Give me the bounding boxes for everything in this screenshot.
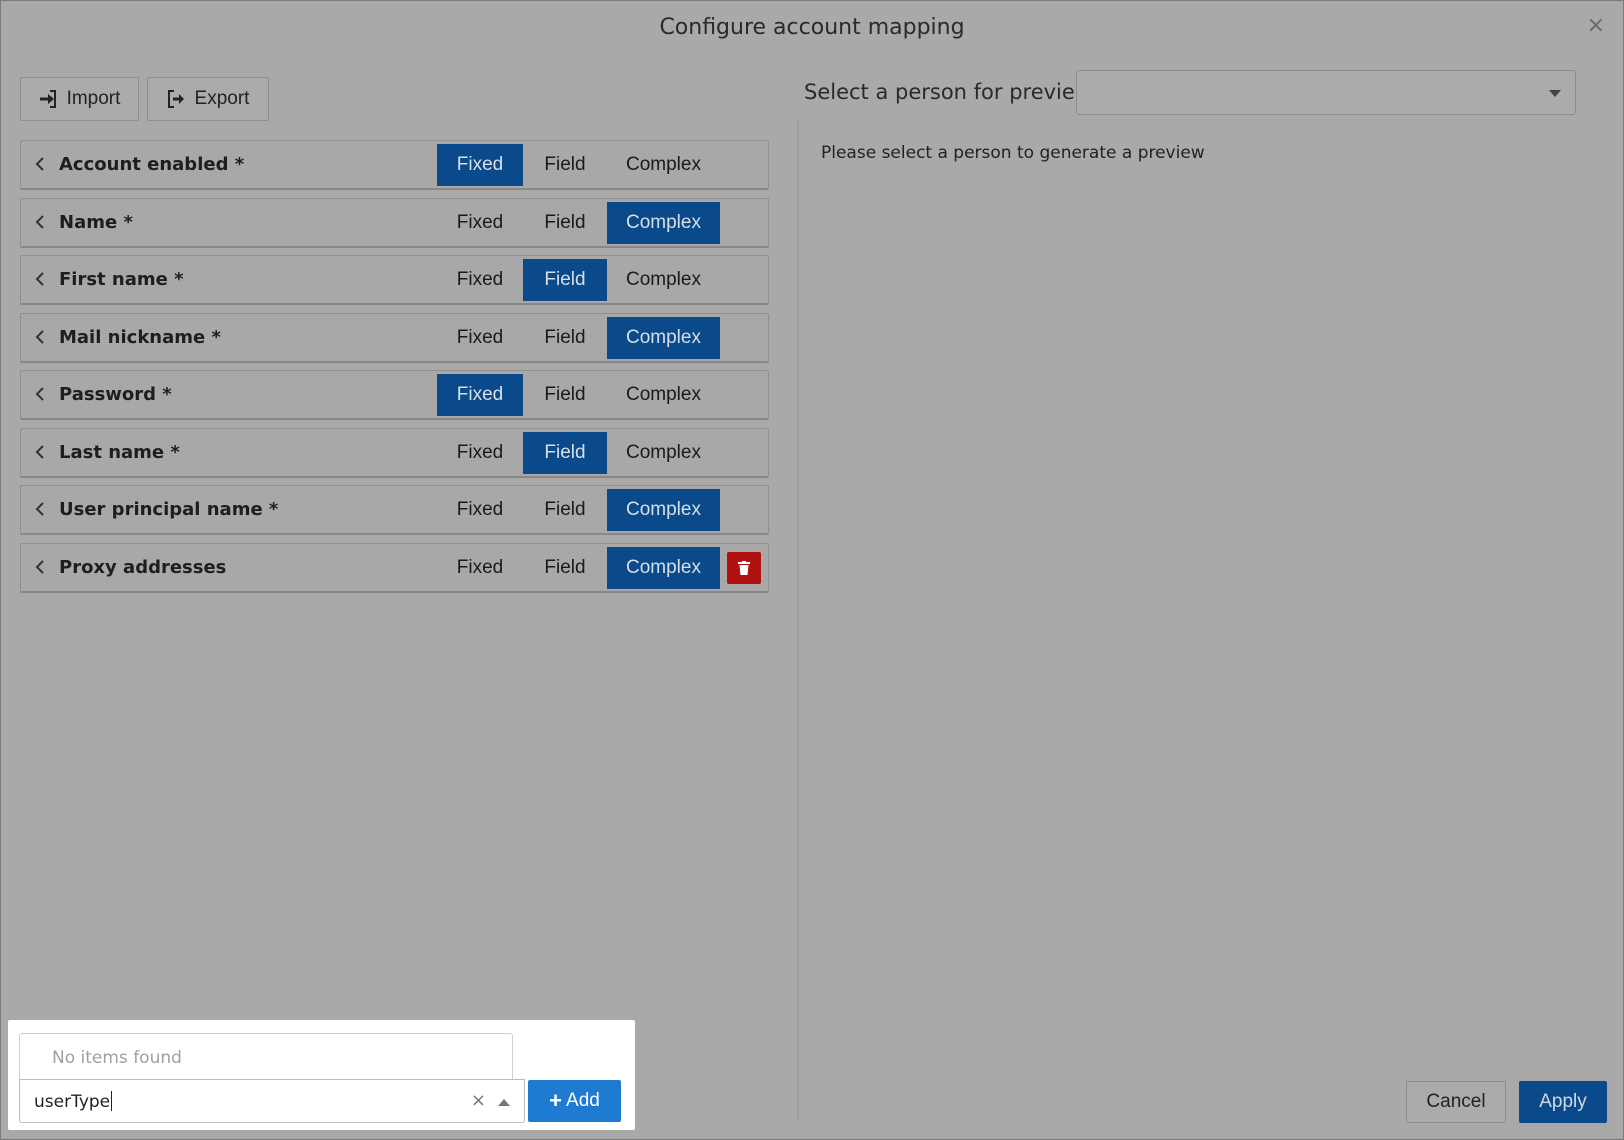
mapping-type-toggle: Fixed Field Complex [437,316,720,359]
option-fixed[interactable]: Fixed [437,374,523,416]
option-complex[interactable]: Complex [607,432,720,474]
option-fixed[interactable]: Fixed [437,144,523,186]
add-label: Add [566,1090,600,1111]
mapping-label: Account enabled * [59,154,245,175]
export-label: Export [194,88,250,109]
mapping-list: Account enabled * Fixed Field Complex Name *… [20,140,769,600]
chevron-left-icon[interactable] [33,212,47,232]
chevron-left-icon[interactable] [33,154,47,174]
close-icon[interactable]: × [1587,13,1605,38]
option-complex[interactable]: Complex [607,316,720,359]
option-complex[interactable]: Complex [607,374,720,416]
export-button[interactable]: Export [147,77,269,121]
sign-out-icon [167,90,184,108]
add-button[interactable]: + Add [528,1080,621,1122]
field-input[interactable]: userType [34,1091,112,1112]
cancel-button[interactable]: Cancel [1406,1081,1506,1123]
field-combobox[interactable]: userType × [19,1079,525,1123]
mapping-type-toggle: Fixed Field Complex [437,374,720,416]
mapping-row: Mail nickname * Fixed Field Complex [20,312,769,363]
option-field[interactable]: Field [523,144,607,186]
preview-person-select[interactable] [1076,70,1576,115]
mapping-type-toggle: Fixed Field Complex [437,489,720,531]
plus-icon: + [549,1088,563,1113]
option-complex[interactable]: Complex [607,144,720,186]
delete-button[interactable] [727,551,761,584]
option-fixed[interactable]: Fixed [437,432,523,474]
mapping-label: First name * [59,269,184,290]
dropdown-empty-message: No items found [19,1033,513,1079]
mapping-label: Password * [59,384,172,405]
mapping-row: User principal name * Fixed Field Complex [20,485,769,535]
mapping-type-toggle: Fixed Field Complex [437,144,720,186]
option-complex[interactable]: Complex [607,201,720,244]
mapping-type-toggle: Fixed Field Complex [437,431,720,474]
chevron-left-icon[interactable] [33,499,47,519]
mapping-type-toggle: Fixed Field Complex [437,201,720,244]
option-fixed[interactable]: Fixed [437,259,523,301]
mapping-row: First name * Fixed Field Complex [20,255,769,305]
caret-down-icon [1549,90,1561,97]
option-field[interactable]: Field [523,489,607,531]
mapping-type-toggle: Fixed Field Complex [437,546,720,589]
chevron-left-icon[interactable] [33,327,47,347]
sign-in-icon [39,90,56,108]
add-field-panel: No items found userType × + Add [8,1020,635,1130]
account-mapping-dialog: Configure account mapping × Import Expor… [0,0,1624,1140]
mapping-label: User principal name * [59,499,279,520]
chevron-left-icon[interactable] [33,269,47,289]
mapping-row: Password * Fixed Field Complex [20,370,769,420]
option-field[interactable]: Field [523,259,607,301]
dialog-title: Configure account mapping [659,15,965,40]
chevron-left-icon[interactable] [33,384,47,404]
mapping-row: Proxy addresses Fixed Field Complex [20,542,769,593]
option-field[interactable]: Field [523,547,607,589]
option-field[interactable]: Field [523,374,607,416]
panel-divider [797,121,799,1121]
option-fixed[interactable]: Fixed [437,202,523,244]
option-fixed[interactable]: Fixed [437,547,523,589]
import-label: Import [66,88,121,109]
mapping-row: Name * Fixed Field Complex [20,197,769,248]
mapping-label: Mail nickname * [59,326,221,348]
clear-icon[interactable]: × [471,1090,486,1111]
option-field[interactable]: Field [523,431,607,474]
option-complex[interactable]: Complex [607,546,720,589]
preview-person-label: Select a person for preview [804,80,1092,104]
option-fixed[interactable]: Fixed [437,489,523,531]
mapping-label: Last name * [59,441,180,463]
option-complex[interactable]: Complex [607,259,720,301]
import-button[interactable]: Import [20,77,139,121]
chevron-left-icon[interactable] [33,557,47,577]
caret-up-icon[interactable] [498,1099,510,1106]
option-complex[interactable]: Complex [607,489,720,531]
mapping-row: Last name * Fixed Field Complex [20,427,769,478]
chevron-left-icon[interactable] [33,442,47,462]
preview-message: Please select a person to generate a pre… [821,143,1205,163]
trash-icon [738,560,750,575]
mapping-label: Proxy addresses [59,556,227,578]
mapping-type-toggle: Fixed Field Complex [437,259,720,301]
apply-button[interactable]: Apply [1519,1081,1607,1123]
option-fixed[interactable]: Fixed [437,317,523,359]
mapping-row: Account enabled * Fixed Field Complex [20,140,769,190]
option-field[interactable]: Field [523,317,607,359]
option-field[interactable]: Field [523,202,607,244]
mapping-label: Name * [59,211,133,233]
